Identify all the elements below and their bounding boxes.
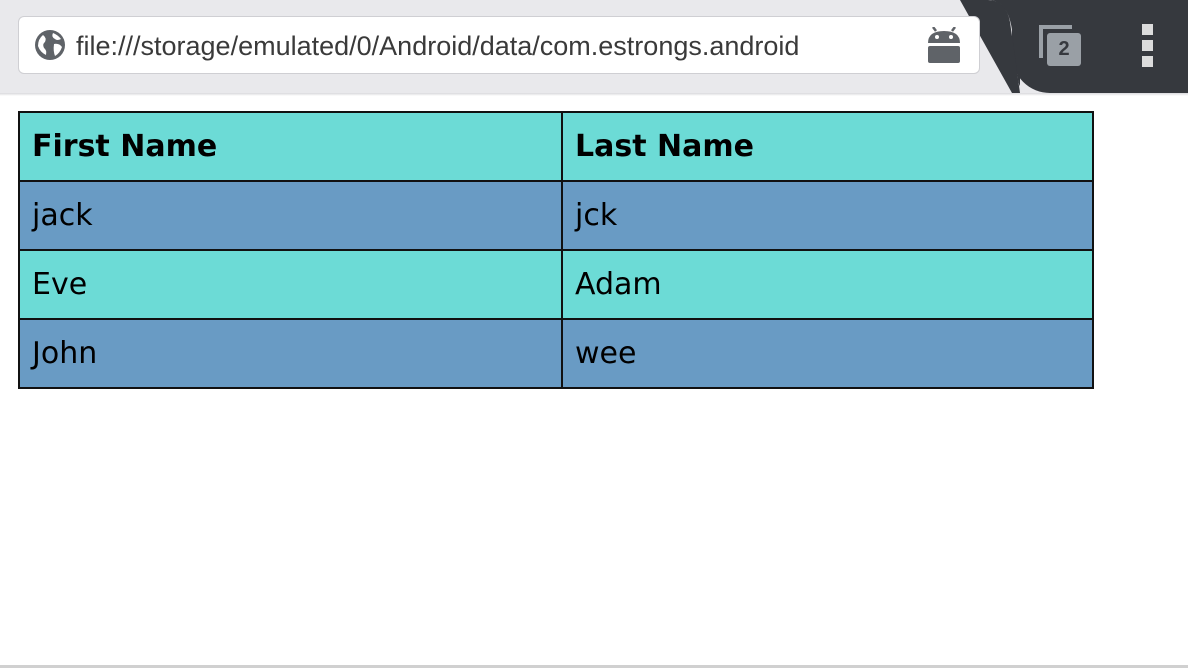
toolbar-shadow [0, 93, 1188, 96]
overflow-menu-icon[interactable] [1132, 22, 1164, 70]
first-name-cell: Eve [18, 249, 563, 320]
url-bar[interactable]: file:///storage/emulated/0/Android/data/… [18, 16, 980, 74]
table-header-row: First Name Last Name [18, 111, 1094, 182]
browser-toolbar: file:///storage/emulated/0/Android/data/… [0, 0, 1188, 93]
globe-icon[interactable] [34, 29, 66, 61]
table-row: Eve Adam [18, 249, 1094, 320]
header-first-name: First Name [18, 111, 563, 182]
last-name-cell: Adam [561, 249, 1094, 320]
android-icon[interactable] [924, 27, 964, 65]
url-text[interactable]: file:///storage/emulated/0/Android/data/… [76, 27, 906, 65]
table-row: John wee [18, 318, 1094, 389]
tab-count: 2 [1058, 38, 1070, 60]
tab-switcher-button[interactable]: 2 [1038, 24, 1084, 68]
first-name-cell: jack [18, 180, 563, 251]
first-name-cell: John [18, 318, 563, 389]
names-table: First Name Last Name jack jck Eve Adam J… [18, 111, 1094, 389]
last-name-cell: jck [561, 180, 1094, 251]
table-row: jack jck [18, 180, 1094, 251]
last-name-cell: wee [561, 318, 1094, 389]
header-last-name: Last Name [561, 111, 1094, 182]
